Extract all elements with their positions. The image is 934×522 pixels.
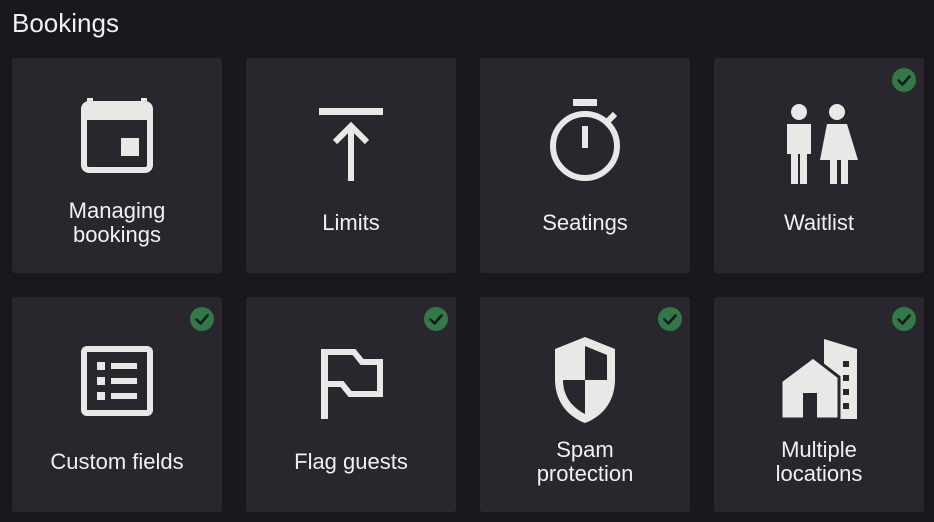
tile-label: Multiple locations <box>775 437 863 486</box>
enabled-check-icon <box>190 307 214 331</box>
bookings-tiles-grid: Managing bookings Limits Seatings Waitli… <box>12 58 924 512</box>
enabled-check-icon <box>892 307 916 331</box>
tile-label: Managing bookings <box>68 198 166 247</box>
enabled-check-icon <box>892 68 916 92</box>
shield-icon <box>545 329 625 429</box>
tile-seatings[interactable]: Seatings <box>480 58 690 273</box>
tile-label: Seatings <box>542 210 628 235</box>
tile-label: Spam protection <box>536 437 634 486</box>
enabled-check-icon <box>424 307 448 331</box>
tile-spam-protection[interactable]: Spam protection <box>480 297 690 512</box>
calendar-icon <box>77 90 157 190</box>
buildings-icon <box>779 329 859 429</box>
upload-arrow-icon <box>311 90 391 190</box>
tile-label: Waitlist <box>783 210 855 235</box>
tile-multiple-locations[interactable]: Multiple locations <box>714 297 924 512</box>
tile-custom-fields[interactable]: Custom fields <box>12 297 222 512</box>
people-icon <box>779 90 859 190</box>
tile-label: Custom fields <box>50 449 184 474</box>
flag-icon <box>311 329 391 429</box>
page-title: Bookings <box>12 8 119 38</box>
enabled-check-icon <box>658 307 682 331</box>
tile-waitlist[interactable]: Waitlist <box>714 58 924 273</box>
tile-label: Limits <box>322 210 380 235</box>
tile-limits[interactable]: Limits <box>246 58 456 273</box>
list-icon <box>77 329 157 429</box>
tile-managing-bookings[interactable]: Managing bookings <box>12 58 222 273</box>
stopwatch-icon <box>545 90 625 190</box>
tile-flag-guests[interactable]: Flag guests <box>246 297 456 512</box>
tile-label: Flag guests <box>294 449 408 474</box>
